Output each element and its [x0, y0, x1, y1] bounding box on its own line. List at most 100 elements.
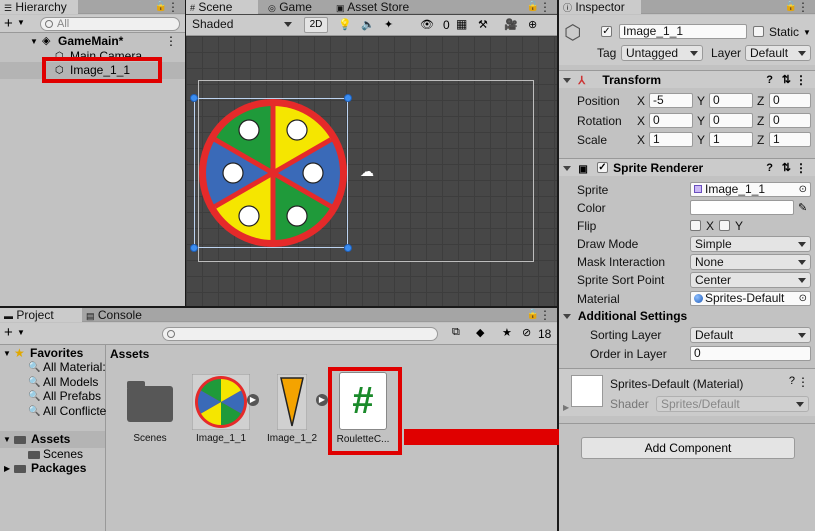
lock-icon[interactable]: 🔒: [527, 1, 539, 12]
kebab-menu-icon[interactable]: ⋮: [795, 159, 807, 177]
star-icon[interactable]: ★: [502, 326, 512, 339]
rotation-x-field[interactable]: 0: [649, 113, 693, 128]
lock-icon[interactable]: 🔒: [785, 1, 797, 12]
kebab-menu-icon[interactable]: ⋮: [539, 0, 551, 14]
2d-toggle-button[interactable]: 2D: [304, 17, 328, 33]
chevron-down-icon[interactable]: ▼: [17, 328, 25, 337]
roulette-wheel-sprite[interactable]: [197, 98, 349, 248]
sorting-layer-dropdown[interactable]: Default: [690, 327, 811, 343]
layer-dropdown[interactable]: Default: [745, 45, 811, 61]
fold-icon[interactable]: [563, 166, 571, 172]
favorite-item[interactable]: 🔍 All Conflicte: [0, 403, 106, 420]
kebab-menu-icon[interactable]: ⋮: [797, 375, 809, 389]
asset-item[interactable]: Image_1_1: [186, 374, 256, 444]
tab-inspector[interactable]: ⓘ Inspector: [559, 0, 641, 14]
search-input[interactable]: All: [40, 17, 180, 31]
mask-interaction-label: Mask Interaction: [577, 255, 666, 269]
expand-arrow-icon[interactable]: ▶: [4, 460, 10, 477]
info-icon: ⓘ: [563, 3, 573, 13]
kebab-menu-icon[interactable]: ⋮: [797, 0, 809, 14]
label-icon[interactable]: ◆: [476, 326, 484, 339]
order-in-layer-label: Order in Layer: [590, 347, 667, 361]
shading-mode-dropdown[interactable]: Shaded: [188, 17, 296, 33]
add-icon[interactable]: +: [4, 324, 13, 342]
packages-folder-row[interactable]: ▶ Packages: [0, 460, 105, 477]
tab-game[interactable]: ◎ Game: [264, 0, 316, 14]
tag-dropdown[interactable]: Untagged: [621, 45, 703, 61]
fold-icon[interactable]: [563, 314, 571, 320]
hidden-icon[interactable]: ⊘: [522, 326, 531, 339]
object-picker-icon[interactable]: ⊙: [799, 183, 807, 196]
audio-icon[interactable]: 🔈: [361, 18, 375, 31]
expand-arrow-icon[interactable]: ▶: [563, 403, 569, 412]
camera-gizmo-icon[interactable]: ☁: [360, 163, 374, 180]
search-input[interactable]: [162, 327, 438, 341]
presets-icon[interactable]: ⇅: [782, 159, 791, 177]
sprite-object-field[interactable]: Image_1_1 ⊙: [690, 182, 811, 197]
position-x-field[interactable]: -5: [649, 93, 693, 108]
eyedropper-icon[interactable]: ✎: [798, 201, 807, 214]
asset-item[interactable]: Image_1_2: [257, 374, 327, 444]
rotation-y-field[interactable]: 0: [709, 113, 753, 128]
material-object-field[interactable]: Sprites-Default ⊙: [690, 291, 811, 306]
sprite-renderer-header[interactable]: ▣ ✓ Sprite Renderer ? ⇅ ⋮: [559, 158, 815, 176]
tab-console[interactable]: ▤ Console: [82, 308, 146, 322]
gizmos-icon[interactable]: ⊕: [528, 18, 537, 31]
scale-x-field[interactable]: 1: [649, 132, 693, 147]
tab-hierarchy[interactable]: ☰ Hierarchy: [0, 0, 78, 14]
effects-icon[interactable]: ✦: [384, 18, 393, 31]
asset-item[interactable]: Scenes: [115, 380, 185, 444]
object-header: ⬡ ✓ Image_1_1 Static ▼ Tag Untagged Laye…: [559, 15, 815, 65]
flip-y-checkbox[interactable]: [719, 220, 730, 231]
flip-x-label: X: [706, 219, 715, 233]
lighting-icon[interactable]: 💡: [338, 18, 352, 31]
sprite-sort-point-dropdown[interactable]: Center: [690, 272, 811, 288]
position-z-field[interactable]: 0: [769, 93, 811, 108]
tab-scene[interactable]: # Scene: [186, 0, 258, 14]
chevron-down-icon[interactable]: ▼: [803, 28, 811, 37]
object-picker-icon[interactable]: ⊙: [799, 292, 807, 305]
help-icon[interactable]: ?: [766, 159, 773, 177]
enabled-checkbox[interactable]: ✓: [597, 162, 608, 173]
additional-settings-foldout[interactable]: Additional Settings: [563, 309, 687, 323]
color-swatch[interactable]: [690, 200, 794, 215]
order-in-layer-field[interactable]: 0: [690, 346, 811, 361]
expand-sprite-icon[interactable]: ▶: [316, 394, 328, 406]
position-y-field[interactable]: 0: [709, 93, 753, 108]
lock-icon[interactable]: 🔒: [527, 309, 539, 320]
scale-z-field[interactable]: 1: [769, 132, 811, 147]
help-icon[interactable]: ?: [766, 71, 773, 89]
presets-icon[interactable]: ⇅: [782, 71, 791, 89]
scale-y-field[interactable]: 1: [709, 132, 753, 147]
active-checkbox[interactable]: ✓: [601, 26, 612, 37]
camera-icon[interactable]: 🎥: [504, 18, 518, 31]
object-name-field[interactable]: Image_1_1: [619, 24, 747, 39]
hidden-count: 18: [538, 327, 552, 341]
draw-mode-dropdown[interactable]: Simple: [690, 236, 811, 252]
fold-icon[interactable]: [563, 78, 571, 84]
rotation-z-field[interactable]: 0: [769, 113, 811, 128]
chevron-down-icon[interactable]: ▼: [17, 18, 25, 27]
tools-icon[interactable]: ⚒: [478, 18, 488, 31]
filter-type-icon[interactable]: ⧉: [452, 326, 460, 339]
flip-x-checkbox[interactable]: [690, 220, 701, 231]
material-sphere-icon: [694, 294, 703, 303]
lock-icon[interactable]: 🔒: [155, 1, 167, 12]
help-icon[interactable]: ?: [789, 375, 795, 387]
kebab-menu-icon[interactable]: ⋮: [795, 71, 807, 89]
kebab-menu-icon[interactable]: ⋮: [167, 0, 179, 14]
tab-project[interactable]: ▬ Project: [0, 308, 82, 322]
roulette-thumbnail: [192, 374, 250, 430]
scene-viewport[interactable]: ☁: [186, 36, 557, 306]
scene-icon: #: [190, 3, 196, 13]
kebab-menu-icon[interactable]: ⋮: [539, 308, 551, 322]
mask-interaction-dropdown[interactable]: None: [690, 254, 811, 270]
grid-icon[interactable]: ▦: [456, 17, 467, 31]
assets-breadcrumb[interactable]: Assets: [110, 347, 149, 361]
add-icon[interactable]: +: [4, 15, 13, 32]
transform-header[interactable]: ⅄ Transform ? ⇅ ⋮: [559, 70, 815, 88]
static-checkbox[interactable]: [753, 26, 764, 37]
add-component-button[interactable]: Add Component: [581, 437, 795, 459]
tab-asset-store[interactable]: ▣ Asset Store: [332, 0, 413, 14]
visibility-icon[interactable]: 👁: [420, 18, 434, 31]
